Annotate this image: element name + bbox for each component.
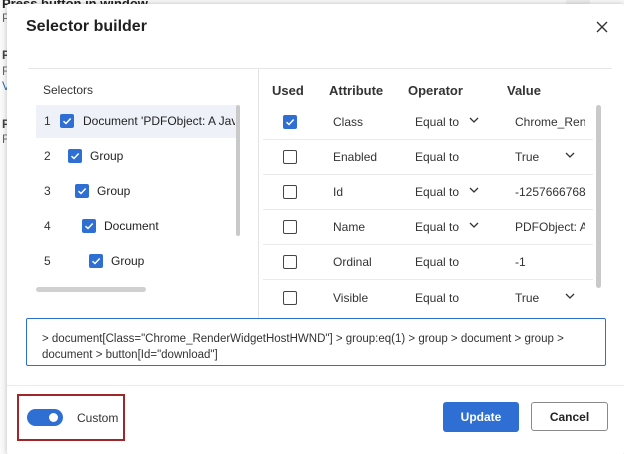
checkmark-icon xyxy=(84,222,94,230)
attribute-name: Class xyxy=(333,115,364,129)
checkmark-icon xyxy=(70,152,80,160)
operator-select[interactable]: Equal to xyxy=(415,220,459,234)
checkmark-icon xyxy=(91,257,101,265)
selector-label: Group xyxy=(111,254,145,268)
toggle-knob xyxy=(49,413,58,422)
selector-builder-dialog: Selector builder Selectors 1 Document 'P… xyxy=(7,4,624,454)
close-button[interactable] xyxy=(592,17,612,37)
selector-number: 3 xyxy=(44,184,51,198)
selector-item-5[interactable]: 5 Group xyxy=(36,245,236,278)
selectors-heading: Selectors xyxy=(43,83,94,97)
attribute-name: Id xyxy=(333,185,344,199)
value-select[interactable]: True xyxy=(515,291,539,305)
operator-select[interactable]: Equal to xyxy=(415,115,459,129)
selectors-horizontal-scrollbar[interactable] xyxy=(36,287,146,292)
attribute-row-ordinal: Ordinal Equal to -1 xyxy=(263,245,593,280)
selector-checkbox[interactable] xyxy=(60,114,74,128)
attribute-name: Enabled xyxy=(333,150,378,164)
attribute-row-class: Class Equal to Chrome_Rend xyxy=(263,105,593,140)
header-value: Value xyxy=(507,83,541,98)
selector-checkbox[interactable] xyxy=(68,149,82,163)
header-used: Used xyxy=(272,83,304,98)
footer-divider xyxy=(7,385,624,386)
selector-number: 2 xyxy=(44,149,51,163)
selector-checkbox[interactable] xyxy=(89,254,103,268)
close-icon xyxy=(596,21,608,33)
checkmark-icon xyxy=(285,118,295,126)
selector-checkbox[interactable] xyxy=(75,184,89,198)
used-checkbox[interactable] xyxy=(283,255,297,269)
operator-select[interactable]: Equal to xyxy=(415,150,459,164)
header-operator: Operator xyxy=(408,83,463,98)
value-field[interactable]: PDFObject: A xyxy=(515,220,585,234)
custom-toggle-label: Custom xyxy=(77,411,119,425)
selector-item-3[interactable]: 3 Group xyxy=(36,175,236,208)
chevron-down-icon[interactable] xyxy=(468,114,480,126)
operator-select[interactable]: Equal to xyxy=(415,255,459,269)
selector-item-1[interactable]: 1 Document 'PDFObject: A JavaScri xyxy=(36,105,236,138)
attribute-name: Visible xyxy=(333,291,369,305)
attribute-row-visible: Visible Equal to True xyxy=(263,281,593,315)
used-checkbox[interactable] xyxy=(283,115,297,129)
chevron-down-icon[interactable] xyxy=(564,290,576,302)
value-field[interactable]: -1257666768 xyxy=(515,185,587,199)
value-field[interactable]: Chrome_Rend xyxy=(515,115,585,129)
operator-select[interactable]: Equal to xyxy=(415,291,459,305)
attribute-row-id: Id Equal to -1257666768 xyxy=(263,175,593,210)
selector-label: Document 'PDFObject: A JavaScri xyxy=(83,114,235,128)
selectors-vertical-scrollbar[interactable] xyxy=(236,105,240,236)
update-button[interactable]: Update xyxy=(443,402,519,432)
cancel-button[interactable]: Cancel xyxy=(531,402,608,431)
value-field[interactable]: -1 xyxy=(515,255,526,269)
custom-toggle[interactable] xyxy=(27,409,63,426)
selector-label: Document xyxy=(104,219,159,233)
selector-checkbox[interactable] xyxy=(82,219,96,233)
selector-number: 5 xyxy=(44,254,51,268)
selector-item-4[interactable]: 4 Document xyxy=(36,210,236,243)
used-checkbox[interactable] xyxy=(283,150,297,164)
used-checkbox[interactable] xyxy=(283,220,297,234)
attribute-row-enabled: Enabled Equal to True xyxy=(263,140,593,175)
checkmark-icon xyxy=(62,117,72,125)
chevron-down-icon[interactable] xyxy=(564,149,576,161)
attribute-name: Ordinal xyxy=(333,255,372,269)
attributes-vertical-scrollbar[interactable] xyxy=(596,105,601,288)
selector-label: Group xyxy=(97,184,131,198)
chevron-down-icon[interactable] xyxy=(468,219,480,231)
header-attribute: Attribute xyxy=(329,83,384,98)
chevron-down-icon[interactable] xyxy=(468,184,480,196)
operator-select[interactable]: Equal to xyxy=(415,185,459,199)
attribute-name: Name xyxy=(333,220,366,234)
selector-expression-text[interactable]: > document[Class="Chrome_RenderWidgetHos… xyxy=(42,331,602,363)
dialog-title: Selector builder xyxy=(26,18,147,35)
selector-number: 4 xyxy=(44,219,51,233)
attribute-row-name: Name Equal to PDFObject: A xyxy=(263,210,593,245)
used-checkbox[interactable] xyxy=(283,291,297,305)
selector-label: Group xyxy=(90,149,124,163)
selector-expression-editor[interactable]: > document[Class="Chrome_RenderWidgetHos… xyxy=(26,318,606,366)
checkmark-icon xyxy=(77,187,87,195)
value-select[interactable]: True xyxy=(515,150,539,164)
panel-divider[interactable] xyxy=(258,69,259,318)
selector-number: 1 xyxy=(44,114,51,128)
used-checkbox[interactable] xyxy=(283,185,297,199)
selector-item-2[interactable]: 2 Group xyxy=(36,140,236,173)
